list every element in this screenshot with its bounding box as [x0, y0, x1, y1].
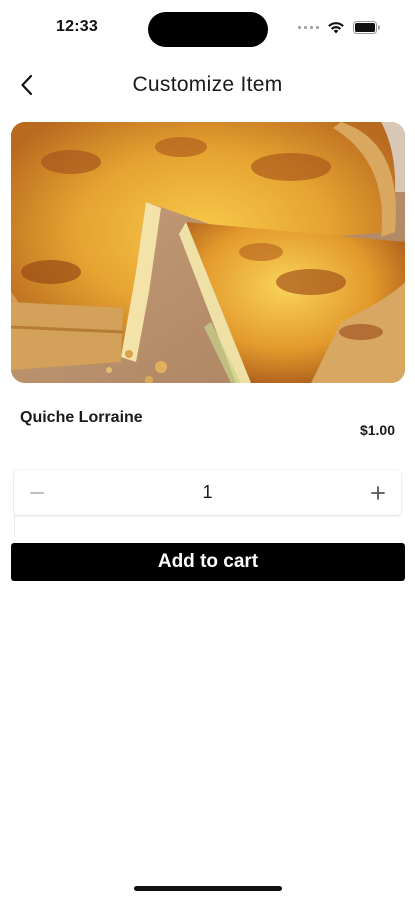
add-to-cart-button[interactable]: Add to cart: [11, 543, 405, 581]
increase-quantity-button[interactable]: [355, 470, 401, 515]
dynamic-island: [148, 12, 268, 47]
status-icons: [298, 19, 381, 35]
signal-dots-icon: [298, 25, 319, 29]
item-image: [11, 122, 405, 383]
battery-icon: [353, 20, 380, 34]
quiche-photo: [11, 122, 405, 383]
page-title: Customize Item: [132, 73, 283, 96]
nav-header: Customize Item: [0, 64, 415, 106]
quantity-value: 1: [202, 482, 213, 502]
wifi-icon: [328, 21, 344, 33]
item-price: $1.00: [359, 422, 395, 438]
plus-icon: [371, 485, 385, 500]
divider: [14, 515, 15, 537]
status-time: 12:33: [56, 18, 98, 35]
home-indicator[interactable]: [134, 886, 282, 891]
item-name: Quiche Lorraine: [20, 409, 143, 426]
status-bar: 12:33: [0, 0, 415, 56]
quantity-stepper: 1: [14, 470, 401, 515]
